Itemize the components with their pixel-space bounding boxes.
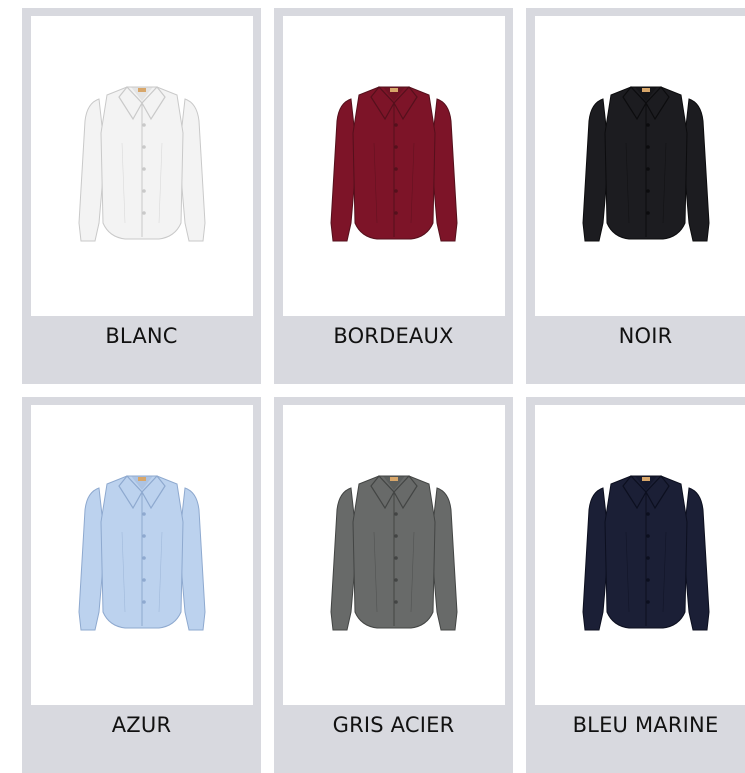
shirt-icon bbox=[78, 475, 206, 631]
product-card[interactable]: BORDEAUX bbox=[274, 8, 513, 384]
product-card[interactable]: BLEU MARINE bbox=[526, 397, 745, 773]
product-image[interactable] bbox=[283, 16, 505, 316]
product-card[interactable]: BLANC bbox=[22, 8, 261, 384]
shirt-icon bbox=[582, 475, 710, 631]
product-card[interactable]: AZUR bbox=[22, 397, 261, 773]
product-card[interactable]: NOIR bbox=[526, 8, 745, 384]
shirt-icon bbox=[582, 86, 710, 242]
product-image[interactable] bbox=[31, 16, 253, 316]
shirt-icon bbox=[78, 86, 206, 242]
product-color-label[interactable]: BORDEAUX bbox=[274, 314, 513, 358]
shirt-icon bbox=[330, 86, 458, 242]
product-image[interactable] bbox=[31, 405, 253, 705]
shirt-icon bbox=[330, 475, 458, 631]
product-color-label[interactable]: BLANC bbox=[22, 314, 261, 358]
product-color-label[interactable]: BLEU MARINE bbox=[526, 703, 745, 747]
product-color-label[interactable]: AZUR bbox=[22, 703, 261, 747]
product-image[interactable] bbox=[535, 16, 745, 316]
product-color-label[interactable]: GRIS ACIER bbox=[274, 703, 513, 747]
product-card[interactable]: GRIS ACIER bbox=[274, 397, 513, 773]
product-image[interactable] bbox=[535, 405, 745, 705]
product-image[interactable] bbox=[283, 405, 505, 705]
product-color-label[interactable]: NOIR bbox=[526, 314, 745, 358]
